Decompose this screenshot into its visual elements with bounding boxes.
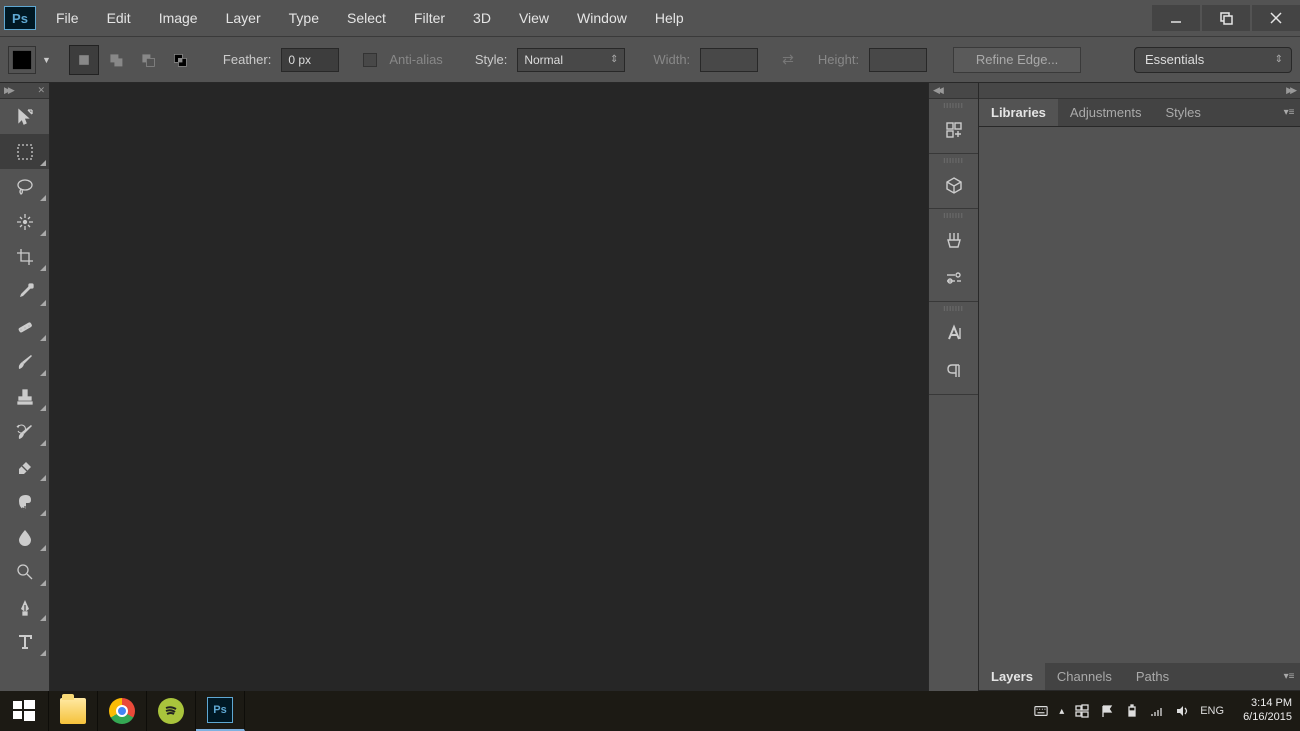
wifi-icon[interactable]: [1150, 704, 1164, 718]
paragraph-panel-icon[interactable]: [929, 352, 978, 390]
tray-windows-icon[interactable]: [1075, 704, 1089, 718]
top-panel-menu-icon[interactable]: ▾≡: [1278, 99, 1300, 126]
tab-layers[interactable]: Layers: [979, 663, 1045, 690]
menu-layer[interactable]: Layer: [212, 2, 275, 34]
start-button[interactable]: [0, 691, 49, 731]
crop-tool[interactable]: [0, 239, 49, 274]
eraser-tool[interactable]: [0, 449, 49, 484]
taskbar-photoshop[interactable]: Ps: [196, 691, 245, 731]
height-label: Height:: [818, 52, 859, 67]
menu-filter[interactable]: Filter: [400, 2, 459, 34]
dock-expand[interactable]: ◀◀: [929, 83, 978, 99]
magic-wand-tool[interactable]: [0, 204, 49, 239]
workspace-select[interactable]: Essentials: [1134, 47, 1292, 73]
type-tool[interactable]: [0, 624, 49, 659]
eyedropper-tool[interactable]: [0, 274, 49, 309]
swap-wh-icon: ⇄: [782, 51, 794, 68]
character-panel-icon[interactable]: [929, 314, 978, 352]
bottom-panel-menu-icon[interactable]: ▾≡: [1278, 663, 1300, 690]
menu-image[interactable]: Image: [145, 2, 212, 34]
history-brush-tool[interactable]: [0, 414, 49, 449]
menu-file[interactable]: File: [42, 2, 93, 34]
battery-icon[interactable]: [1125, 704, 1139, 718]
menu-type[interactable]: Type: [275, 2, 333, 34]
system-clock[interactable]: 3:14 PM 6/16/2015: [1243, 697, 1292, 725]
healing-brush-tool[interactable]: [0, 309, 49, 344]
windows-taskbar: Ps ▴ ENG 3:14 PM 6/16/2015: [0, 691, 1300, 731]
menu-3d[interactable]: 3D: [459, 2, 505, 34]
panel-collapse[interactable]: ▶▶: [979, 83, 1300, 99]
width-label: Width:: [653, 52, 690, 67]
menu-view[interactable]: View: [505, 2, 563, 34]
tab-paths[interactable]: Paths: [1124, 663, 1181, 690]
dodge-tool[interactable]: [0, 554, 49, 589]
refine-edge-button[interactable]: Refine Edge...: [953, 47, 1081, 73]
stamp-tool[interactable]: [0, 379, 49, 414]
options-bar: ▼ Feather: Anti-alias Style: Normal Widt…: [0, 36, 1300, 83]
feather-label: Feather:: [223, 52, 271, 67]
width-input: [700, 48, 758, 72]
selection-intersect[interactable]: [165, 45, 195, 75]
blur-tool[interactable]: [0, 519, 49, 554]
taskbar-spotify[interactable]: [147, 691, 196, 731]
libraries-panel-body[interactable]: [979, 127, 1300, 663]
style-label: Style:: [475, 52, 508, 67]
tray-chevron-icon[interactable]: ▴: [1059, 706, 1064, 717]
right-panels: ▶▶ Libraries Adjustments Styles ▾≡ Layer…: [978, 83, 1300, 691]
brush-tool[interactable]: [0, 344, 49, 379]
menu-window[interactable]: Window: [563, 2, 641, 34]
antialias-checkbox: [363, 53, 377, 67]
tools-panel: ▶▶✕: [0, 83, 50, 691]
swatches-panel-icon[interactable]: [929, 259, 978, 297]
tools-grip[interactable]: ▶▶✕: [0, 83, 49, 99]
volume-icon[interactable]: [1175, 704, 1189, 718]
collapsed-panels-dock: ◀◀ IIIIIII IIIIIII IIIIIII IIIIIII: [928, 83, 978, 691]
taskbar-chrome[interactable]: [98, 691, 147, 731]
3d-panel-icon[interactable]: [929, 166, 978, 204]
keyboard-icon[interactable]: [1034, 704, 1048, 718]
history-panel-icon[interactable]: [929, 111, 978, 149]
close-button[interactable]: [1252, 5, 1300, 31]
height-input: [869, 48, 927, 72]
spotify-icon: [158, 698, 184, 724]
style-select[interactable]: Normal: [517, 48, 625, 72]
selection-new[interactable]: [69, 45, 99, 75]
menu-select[interactable]: Select: [333, 2, 400, 34]
folder-icon: [60, 698, 86, 724]
feather-input[interactable]: [281, 48, 339, 72]
tab-adjustments[interactable]: Adjustments: [1058, 99, 1154, 126]
tab-libraries[interactable]: Libraries: [979, 99, 1058, 126]
marquee-tool[interactable]: [0, 134, 49, 169]
taskbar-explorer[interactable]: [49, 691, 98, 731]
tab-channels[interactable]: Channels: [1045, 663, 1124, 690]
language-indicator[interactable]: ENG: [1200, 705, 1224, 717]
bottom-panel-tabs: Layers Channels Paths ▾≡: [979, 663, 1300, 691]
system-tray: ▴ ENG 3:14 PM 6/16/2015: [1034, 697, 1300, 725]
chrome-icon: [109, 698, 135, 724]
minimize-button[interactable]: [1152, 5, 1200, 31]
flag-icon[interactable]: [1100, 704, 1114, 718]
current-tool-icon[interactable]: [8, 46, 36, 74]
photoshop-icon: Ps: [207, 697, 233, 723]
selection-add[interactable]: [101, 45, 131, 75]
workspace-area: ▶▶✕ ◀◀ IIIIIII IIIIIII: [0, 83, 1300, 691]
selection-subtract[interactable]: [133, 45, 163, 75]
tool-preset-dropdown[interactable]: ▼: [42, 55, 51, 65]
menu-bar: Ps File Edit Image Layer Type Select Fil…: [0, 0, 1300, 36]
menu-edit[interactable]: Edit: [93, 2, 145, 34]
lasso-tool[interactable]: [0, 169, 49, 204]
tab-styles[interactable]: Styles: [1153, 99, 1212, 126]
top-panel-tabs: Libraries Adjustments Styles ▾≡: [979, 99, 1300, 127]
app-logo: Ps: [4, 6, 36, 30]
brushes-panel-icon[interactable]: [929, 221, 978, 259]
maximize-button[interactable]: [1202, 5, 1250, 31]
canvas-area[interactable]: [50, 83, 928, 691]
antialias-label: Anti-alias: [389, 52, 442, 67]
menu-help[interactable]: Help: [641, 2, 698, 34]
move-tool[interactable]: [0, 99, 49, 134]
pen-tool[interactable]: [0, 589, 49, 624]
selection-mode-group: [69, 45, 195, 75]
window-controls: [1150, 5, 1300, 31]
gradient-tool[interactable]: [0, 484, 49, 519]
